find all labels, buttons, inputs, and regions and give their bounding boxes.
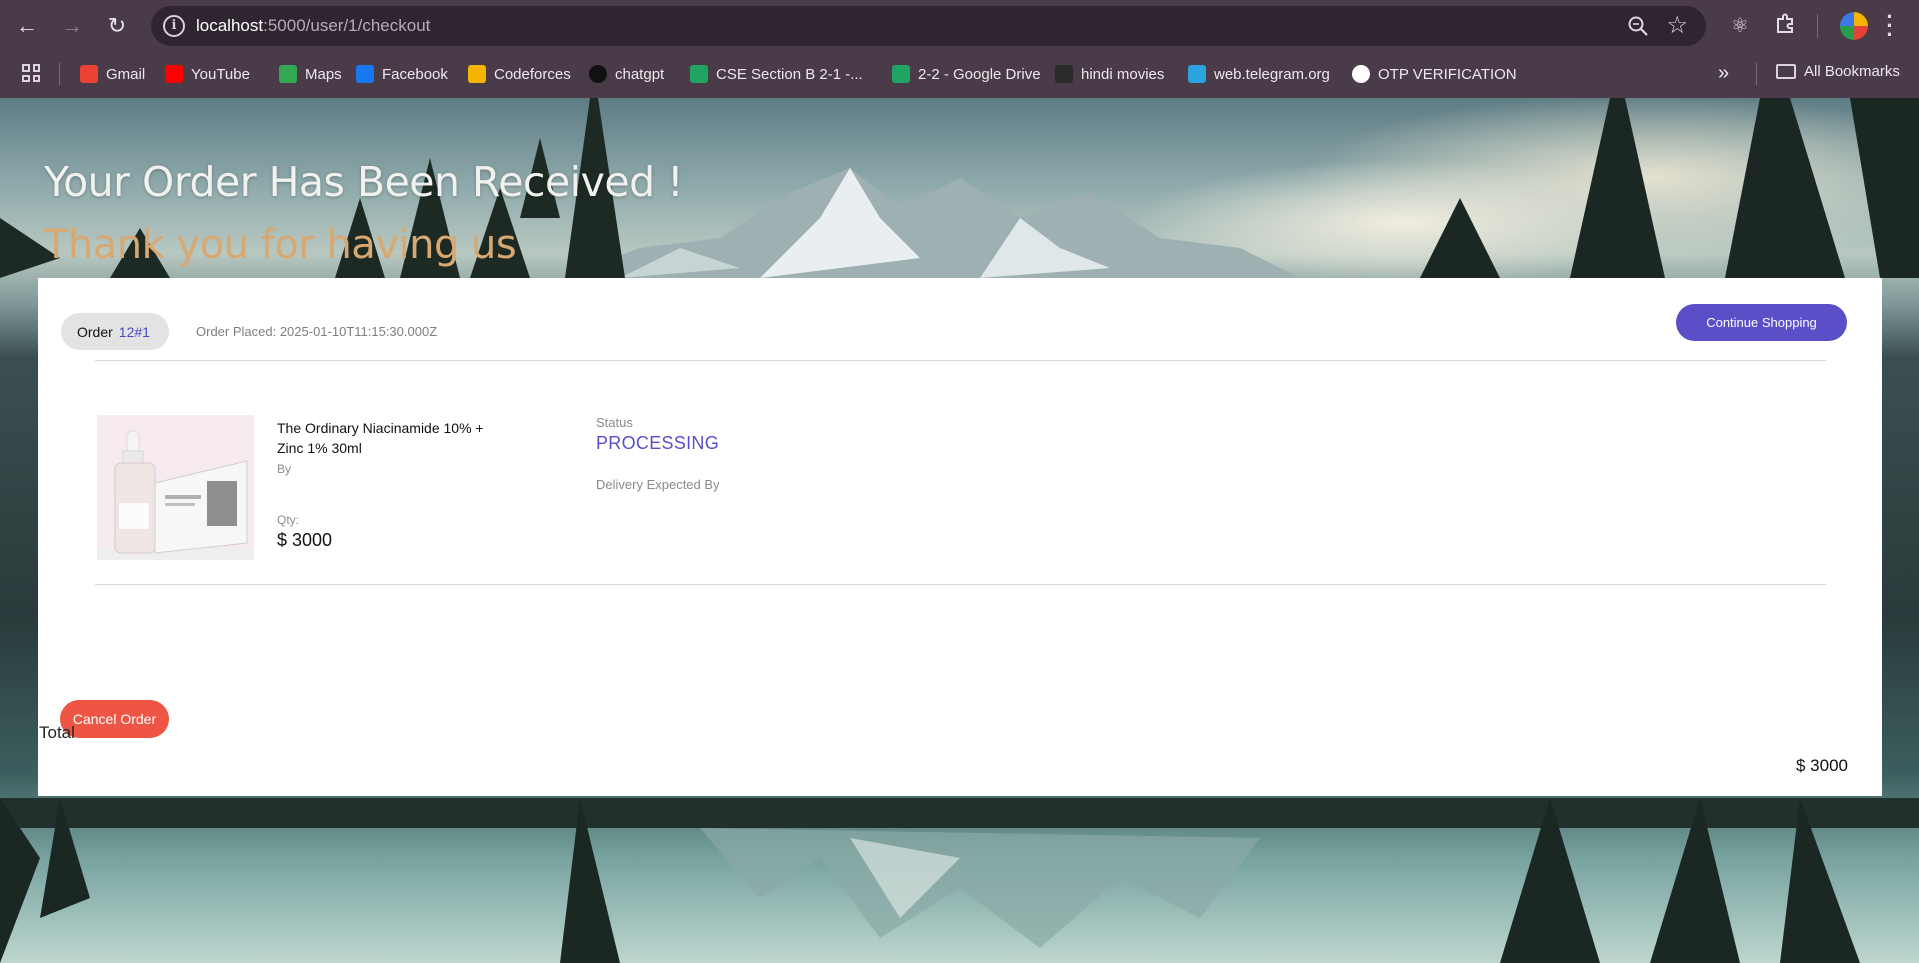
- codeforces-icon: [468, 65, 486, 83]
- bookmarks-divider: [59, 63, 60, 85]
- profile-avatar[interactable]: [1840, 12, 1868, 40]
- google-drive-icon: [892, 65, 910, 83]
- order-id: 12#1: [118, 323, 150, 340]
- bookmark-item[interactable]: 2-2 - Google Drive: [892, 63, 1041, 85]
- address-bar[interactable]: i localhost:5000/user/1/checkout ☆: [151, 6, 1706, 46]
- movies-icon: [1055, 65, 1073, 83]
- google-drive-icon: [690, 65, 708, 83]
- gmail-icon: [80, 65, 98, 83]
- youtube-icon: [165, 65, 183, 83]
- order-card: Order 12#1 Order Placed: 2025-01-10T11:1…: [38, 278, 1882, 796]
- quantity-label: Qty:: [277, 513, 300, 527]
- bookmark-item[interactable]: Codeforces: [468, 63, 571, 85]
- bookmark-item[interactable]: YouTube: [165, 63, 250, 85]
- order-received-heading: Your Order Has Been Received !: [44, 158, 684, 206]
- bookmark-item[interactable]: OTP VERIFICATION: [1352, 63, 1517, 85]
- order-id-badge: Order 12#1: [61, 313, 169, 350]
- by-label: By: [277, 462, 292, 476]
- bookmark-item[interactable]: Maps: [279, 63, 342, 85]
- bookmarks-bar: Gmail YouTube Maps Facebook Codeforces chatgp…: [0, 52, 1919, 98]
- bookmarks-divider: [1756, 63, 1757, 85]
- folder-icon: [1776, 64, 1796, 79]
- navigation-bar: ← → ↻ i localhost:5000/user/1/checkout ☆…: [0, 0, 1919, 52]
- bookmark-item[interactable]: web.telegram.org: [1188, 63, 1330, 85]
- bookmark-item[interactable]: Gmail: [80, 63, 145, 85]
- maps-icon: [279, 65, 297, 83]
- react-devtools-icon[interactable]: ⚛: [1727, 13, 1753, 39]
- more-bookmarks-icon[interactable]: »: [1718, 62, 1729, 85]
- divider: [95, 584, 1826, 585]
- extensions-icon[interactable]: [1772, 13, 1798, 39]
- apps-grid-icon[interactable]: [22, 64, 40, 82]
- bookmark-item[interactable]: hindi movies: [1055, 63, 1164, 85]
- total-value: $ 3000: [1796, 756, 1848, 775]
- status-value: PROCESSING: [596, 433, 720, 453]
- facebook-icon: [356, 65, 374, 83]
- product-image: [97, 403, 254, 560]
- all-bookmarks[interactable]: All Bookmarks: [1776, 63, 1900, 80]
- bookmark-item[interactable]: CSE Section B 2-1 -...: [690, 63, 863, 85]
- bookmark-star-icon[interactable]: ☆: [1666, 11, 1688, 40]
- product-name: The Ordinary Niacinamide 10% + Zinc 1% 3…: [277, 420, 484, 456]
- back-icon[interactable]: ←: [12, 11, 42, 41]
- github-icon: [1352, 65, 1370, 83]
- page-viewport: Your Order Has Been Received ! Thank you…: [0, 98, 1919, 963]
- chatgpt-icon: [589, 65, 607, 83]
- cancel-order-button[interactable]: Cancel Order: [60, 700, 169, 738]
- bookmark-item[interactable]: chatgpt: [589, 63, 664, 85]
- status-label: Status: [596, 415, 633, 430]
- more-menu-icon[interactable]: · · ·: [1885, 6, 1895, 46]
- site-info-icon[interactable]: i: [163, 15, 185, 37]
- divider: [95, 360, 1826, 361]
- thank-you-subheading: Thank you for having us: [44, 222, 517, 268]
- browser-chrome: ← → ↻ i localhost:5000/user/1/checkout ☆…: [0, 0, 1919, 98]
- total-label: Total: [39, 723, 75, 742]
- toolbar-divider: [1817, 14, 1818, 38]
- continue-shopping-button[interactable]: Continue Shopping: [1676, 304, 1847, 341]
- order-placed-date: Order Placed: 2025-01-10T11:15:30.000Z: [196, 324, 438, 339]
- forward-icon[interactable]: →: [57, 11, 87, 41]
- bookmark-item[interactable]: Facebook: [356, 63, 448, 85]
- telegram-icon: [1188, 65, 1206, 83]
- address-url[interactable]: localhost:5000/user/1/checkout: [196, 16, 430, 36]
- zoom-icon[interactable]: [1626, 14, 1650, 38]
- item-price: $ 3000: [277, 530, 333, 550]
- delivery-expected-label: Delivery Expected By: [596, 477, 720, 492]
- reload-icon[interactable]: ↻: [102, 11, 132, 41]
